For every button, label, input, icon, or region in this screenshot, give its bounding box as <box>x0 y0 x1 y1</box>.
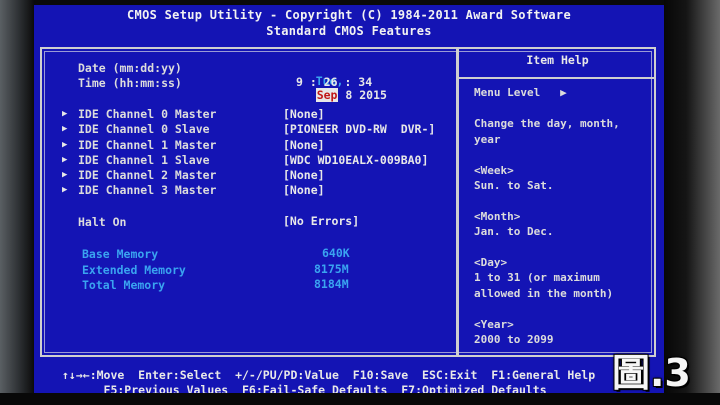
help-week-title: <Week> <box>474 164 514 177</box>
submenu-arrow-icon: ▶ <box>62 124 68 134</box>
ide-label: IDE Channel 0 Slave <box>78 122 210 136</box>
help-desc-line2: year <box>474 133 501 146</box>
monitor-bezel-right <box>664 0 720 405</box>
date-day-year[interactable]: 8 2015 <box>338 88 387 102</box>
ide-value: [None] <box>283 138 325 152</box>
ide-value: [None] <box>283 183 325 197</box>
help-week-desc: Sun. to Sat. <box>474 179 554 192</box>
help-day-desc2: allowed in the month) <box>474 287 614 300</box>
extended-memory-label: Extended Memory <box>82 263 186 277</box>
base-memory-label: Base Memory <box>82 247 159 261</box>
footer-keys-line1: ↑↓→←:Move Enter:Select +/-/PU/PD:Value F… <box>62 368 596 382</box>
ide-value: [None] <box>283 107 325 121</box>
submenu-arrow-icon: ▶ <box>62 170 68 180</box>
ide-value: [None] <box>283 168 325 182</box>
panel-divider <box>456 47 459 357</box>
ide-label: IDE Channel 0 Master <box>78 107 217 121</box>
figure-label-badge: 圖.3 <box>612 351 691 395</box>
help-day-title: <Day> <box>474 256 508 269</box>
halt-on-value[interactable]: [No Errors] <box>283 214 359 228</box>
menu-level: Menu Level ▶ <box>474 86 567 99</box>
submenu-arrow-icon: ▶ <box>62 185 68 195</box>
title-copyright: CMOS Setup Utility - Copyright (C) 1984-… <box>127 8 571 22</box>
total-memory-label: Total Memory <box>82 278 166 292</box>
ide-value: [WDC WD10EALX-009BA0] <box>283 153 429 167</box>
help-day-desc1: 1 to 31 (or maximum <box>474 271 600 284</box>
ide-label: IDE Channel 2 Master <box>78 168 217 182</box>
submenu-arrow-icon: ▶ <box>62 155 68 165</box>
ide-label: IDE Channel 1 Slave <box>78 153 210 167</box>
monitor-bezel-left <box>0 0 34 405</box>
help-year-desc: 2000 to 2099 <box>474 333 554 346</box>
ide-label: IDE Channel 3 Master <box>78 183 217 197</box>
bios-screen: CMOS Setup Utility - Copyright (C) 1984-… <box>34 5 664 397</box>
time-label: Time (hh:mm:ss) <box>78 76 182 90</box>
time-field[interactable]: 9 : 26 : 34 <box>296 75 372 89</box>
halt-on-label: Halt On <box>78 215 127 229</box>
title-section: Standard CMOS Features <box>266 24 432 38</box>
submenu-arrow-icon: ▶ <box>62 140 68 150</box>
item-help-title: Item Help <box>526 53 589 67</box>
base-memory-value: 640K <box>322 246 350 260</box>
page-title: CMOS Setup Utility - Copyright (C) 1984-… <box>34 7 664 39</box>
help-title-separator <box>459 77 656 79</box>
date-month-selected[interactable]: Sep <box>315 88 339 102</box>
help-year-title: <Year> <box>474 318 514 331</box>
date-label: Date (mm:dd:yy) <box>78 61 182 75</box>
submenu-arrow-icon: ▶ <box>62 109 68 119</box>
help-desc-line1: Change the day, month, <box>474 117 620 130</box>
extended-memory-value: 8175M <box>314 262 349 276</box>
ide-value: [PIONEER DVD-RW DVR-] <box>283 122 436 136</box>
total-memory-value: 8184M <box>314 277 349 291</box>
help-month-title: <Month> <box>474 210 521 223</box>
ide-label: IDE Channel 1 Master <box>78 138 217 152</box>
help-month-desc: Jan. to Dec. <box>474 225 554 238</box>
